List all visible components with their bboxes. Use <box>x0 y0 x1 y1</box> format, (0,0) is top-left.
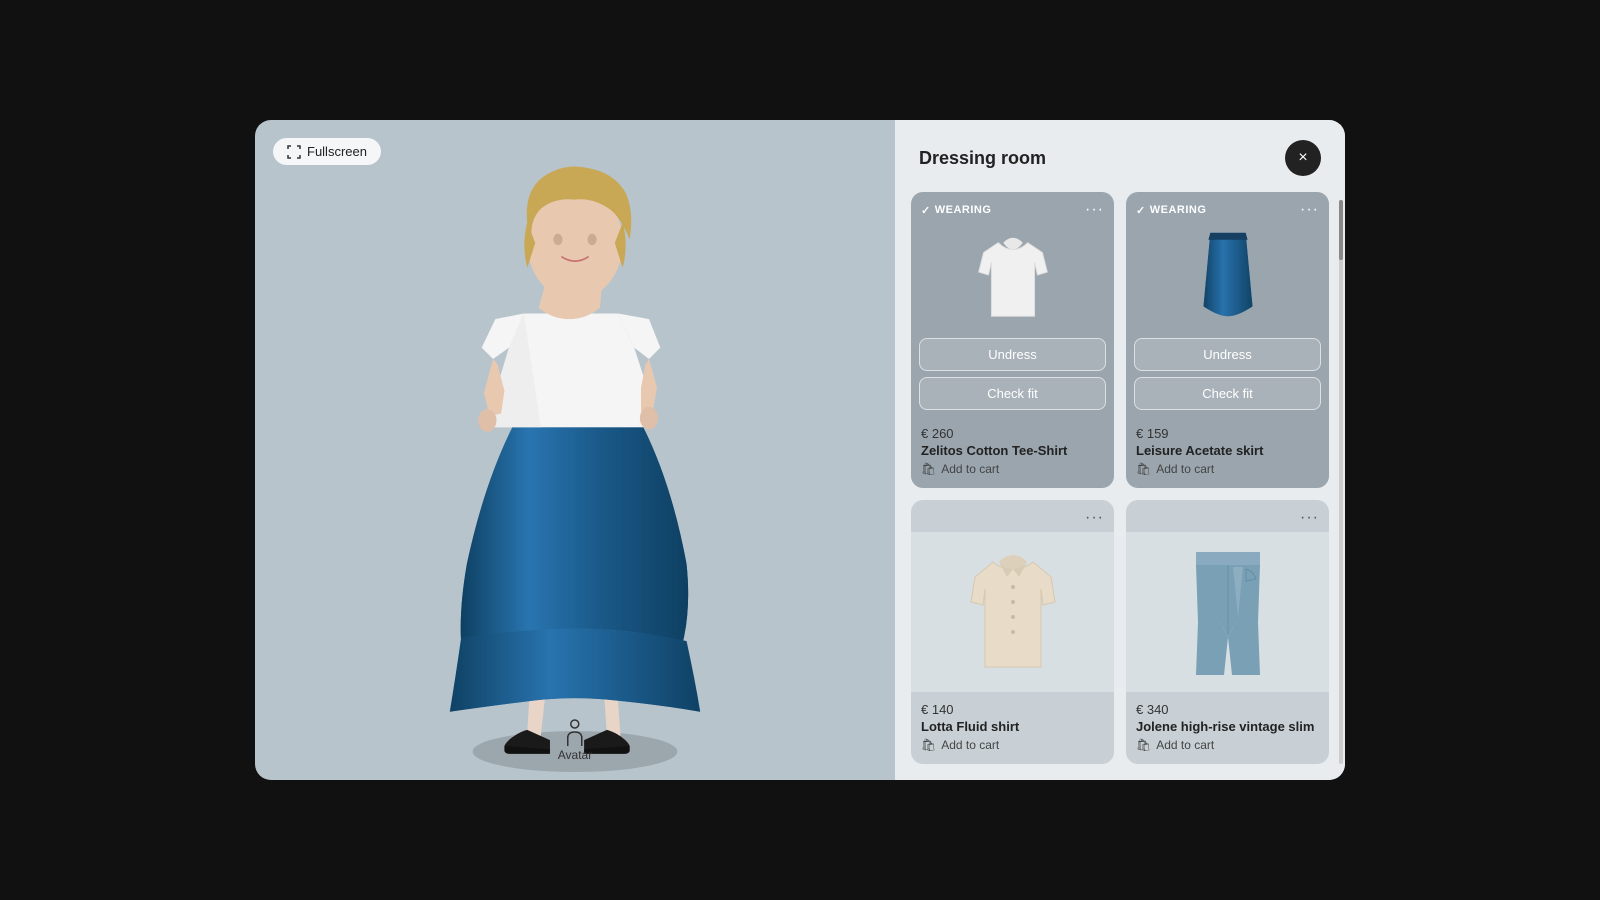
item-price-jeans: € 340 <box>1136 702 1319 717</box>
item-name-jeans: Jolene high-rise vintage slim <box>1136 719 1319 734</box>
fullscreen-button[interactable]: Fullscreen <box>273 138 381 165</box>
item-actions-tee: Undress Check fit <box>911 330 1114 418</box>
menu-button-tee[interactable]: ··· <box>1085 202 1104 218</box>
item-card-top-tee: ✓ WEARING ··· <box>911 192 1114 224</box>
dressing-room-modal: Fullscreen <box>255 120 1345 780</box>
item-info-skirt: € 159 Leisure Acetate skirt 🛍 Add to car… <box>1126 418 1329 488</box>
cart-icon-tee: 🛍 <box>921 462 936 476</box>
thumbnail-jeans <box>1126 532 1329 692</box>
item-card-top-jeans: ··· <box>1126 500 1329 532</box>
wearing-check-tee: ✓ <box>921 204 931 217</box>
jeans-svg <box>1178 547 1278 677</box>
add-to-cart-jeans[interactable]: 🛍 Add to cart <box>1136 738 1214 752</box>
scrollbar-track <box>1339 200 1343 764</box>
dressing-room-title: Dressing room <box>919 148 1046 169</box>
add-to-cart-label-shirt: Add to cart <box>941 738 999 752</box>
item-card-top-skirt: ✓ WEARING ··· <box>1126 192 1329 224</box>
avatar-text: Avatar <box>558 748 592 762</box>
scrollbar-thumb[interactable] <box>1339 200 1343 260</box>
item-card-tee: ✓ WEARING ··· Undress Check fit <box>911 192 1114 488</box>
menu-button-shirt[interactable]: ··· <box>1085 510 1104 526</box>
avatar-image <box>255 120 895 780</box>
add-to-cart-skirt[interactable]: 🛍 Add to cart <box>1136 462 1214 476</box>
item-card-shirt: ··· <box>911 500 1114 764</box>
item-name-skirt: Leisure Acetate skirt <box>1136 443 1319 458</box>
add-to-cart-shirt[interactable]: 🛍 Add to cart <box>921 738 999 752</box>
skirt-svg <box>1188 228 1268 326</box>
fullscreen-icon <box>287 145 301 159</box>
add-to-cart-tee[interactable]: 🛍 Add to cart <box>921 462 999 476</box>
item-card-jeans: ··· <box>1126 500 1329 764</box>
menu-button-jeans[interactable]: ··· <box>1300 510 1319 526</box>
item-price-tee: € 260 <box>921 426 1104 441</box>
right-panel: Dressing room × ✓ WEARING ··· <box>895 120 1345 780</box>
avatar-label-container: Avatar <box>558 718 592 762</box>
add-to-cart-label-tee: Add to cart <box>941 462 999 476</box>
fullscreen-label: Fullscreen <box>307 144 367 159</box>
check-fit-button-skirt[interactable]: Check fit <box>1134 377 1321 410</box>
item-name-tee: Zelitos Cotton Tee-Shirt <box>921 443 1104 458</box>
check-fit-button-tee[interactable]: Check fit <box>919 377 1106 410</box>
avatar-icon <box>565 718 585 746</box>
right-header: Dressing room × <box>895 120 1345 192</box>
wearing-badge-tee: ✓ WEARING <box>921 204 991 217</box>
tee-svg <box>973 228 1053 326</box>
undress-button-skirt[interactable]: Undress <box>1134 338 1321 371</box>
items-grid: ✓ WEARING ··· Undress Check fit <box>895 192 1345 780</box>
item-price-skirt: € 159 <box>1136 426 1319 441</box>
cart-icon-jeans: 🛍 <box>1136 738 1151 752</box>
item-info-jeans: € 340 Jolene high-rise vintage slim 🛍 Ad… <box>1126 692 1329 764</box>
thumbnail-tee <box>911 224 1114 330</box>
item-card-top-shirt: ··· <box>911 500 1114 532</box>
item-card-skirt: ✓ WEARING ··· <box>1126 192 1329 488</box>
wearing-badge-skirt: ✓ WEARING <box>1136 204 1206 217</box>
wearing-label-tee: WEARING <box>935 204 992 216</box>
avatar-panel: Fullscreen <box>255 120 895 780</box>
menu-button-skirt[interactable]: ··· <box>1300 202 1319 218</box>
item-price-shirt: € 140 <box>921 702 1104 717</box>
item-name-shirt: Lotta Fluid shirt <box>921 719 1104 734</box>
item-actions-skirt: Undress Check fit <box>1126 330 1329 418</box>
shirt-svg <box>963 547 1063 677</box>
item-info-tee: € 260 Zelitos Cotton Tee-Shirt 🛍 Add to … <box>911 418 1114 488</box>
item-info-shirt: € 140 Lotta Fluid shirt 🛍 Add to cart <box>911 692 1114 764</box>
thumbnail-shirt <box>911 532 1114 692</box>
wearing-label-skirt: WEARING <box>1150 204 1207 216</box>
add-to-cart-label-skirt: Add to cart <box>1156 462 1214 476</box>
wearing-check-skirt: ✓ <box>1136 204 1146 217</box>
cart-icon-shirt: 🛍 <box>921 738 936 752</box>
thumbnail-skirt <box>1126 224 1329 330</box>
close-button[interactable]: × <box>1285 140 1321 176</box>
cart-icon-skirt: 🛍 <box>1136 462 1151 476</box>
close-icon: × <box>1298 149 1307 167</box>
add-to-cart-label-jeans: Add to cart <box>1156 738 1214 752</box>
undress-button-tee[interactable]: Undress <box>919 338 1106 371</box>
